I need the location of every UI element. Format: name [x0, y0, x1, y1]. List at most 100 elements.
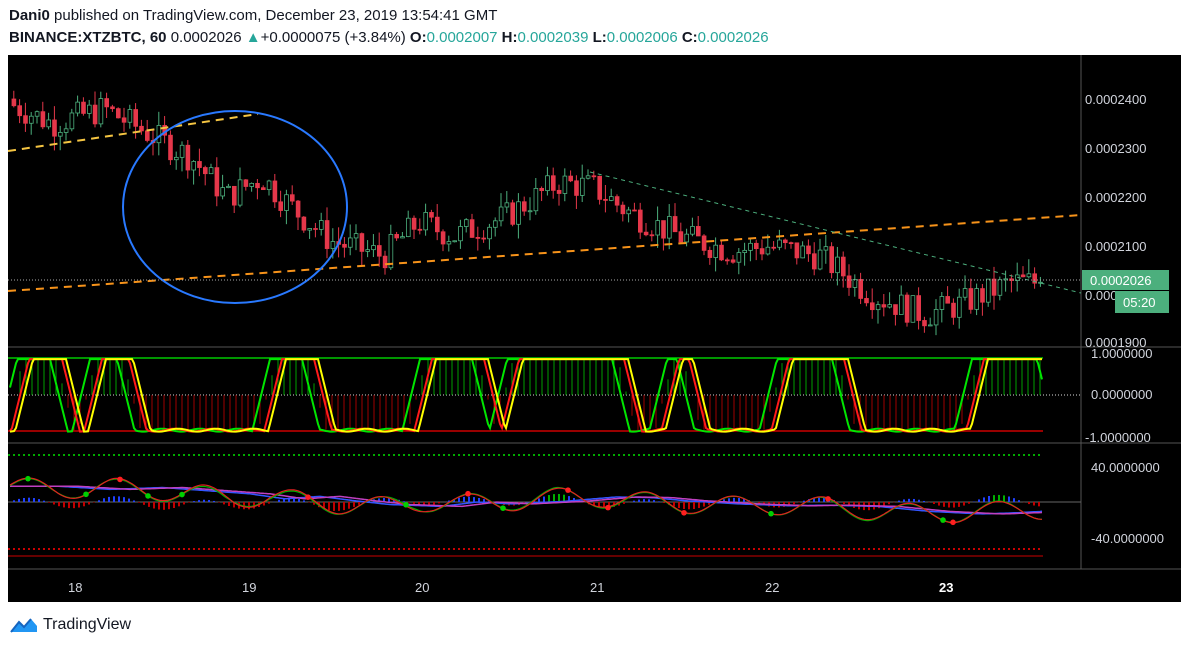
candle[interactable] [452, 240, 457, 243]
candle[interactable] [307, 228, 312, 231]
candle[interactable] [1020, 274, 1026, 278]
candle[interactable] [800, 245, 805, 259]
candle[interactable] [429, 212, 434, 218]
candle[interactable] [481, 237, 486, 240]
candle[interactable] [603, 198, 608, 201]
candle[interactable] [411, 217, 417, 230]
candle[interactable] [34, 111, 40, 117]
candle[interactable] [539, 188, 544, 192]
candle[interactable] [968, 288, 974, 310]
candle[interactable] [986, 278, 991, 303]
candle[interactable] [626, 209, 631, 215]
candle[interactable] [487, 226, 492, 240]
candle[interactable] [313, 228, 318, 230]
candle[interactable] [284, 194, 289, 211]
candle[interactable] [179, 144, 185, 158]
candle[interactable] [939, 296, 945, 310]
author-name[interactable]: Dani0 [9, 7, 50, 24]
candle[interactable] [237, 179, 243, 206]
candle[interactable] [748, 242, 753, 251]
candle[interactable] [133, 109, 139, 127]
candle[interactable] [434, 216, 440, 233]
candle[interactable] [777, 239, 782, 248]
candle[interactable] [556, 189, 562, 194]
candle[interactable] [127, 109, 133, 123]
candle[interactable] [794, 242, 800, 259]
candle[interactable] [278, 201, 283, 211]
candle[interactable] [295, 200, 301, 218]
candle[interactable] [928, 324, 933, 327]
candle[interactable] [1026, 273, 1032, 278]
candle[interactable] [243, 179, 249, 187]
candle[interactable] [324, 220, 330, 249]
candle[interactable] [104, 98, 110, 108]
candle[interactable] [841, 256, 846, 277]
candle[interactable] [725, 259, 730, 262]
candle[interactable] [545, 175, 550, 192]
candle[interactable] [568, 175, 573, 182]
candle[interactable] [997, 279, 1003, 296]
candle[interactable] [516, 201, 521, 225]
candle[interactable] [893, 304, 898, 315]
candle[interactable] [829, 246, 834, 274]
candle[interactable] [991, 278, 997, 296]
candle[interactable] [696, 226, 701, 237]
candle[interactable] [817, 249, 823, 270]
candle[interactable] [197, 161, 202, 168]
candle[interactable] [121, 117, 127, 123]
candle[interactable] [904, 294, 910, 323]
candle[interactable] [672, 216, 678, 233]
candle[interactable] [69, 112, 75, 130]
candle[interactable] [504, 202, 510, 208]
candle[interactable] [701, 235, 707, 251]
candle[interactable] [719, 244, 724, 261]
candle[interactable] [475, 236, 481, 239]
symbol-name[interactable]: BINANCE:XTZBTC, 60 [9, 29, 167, 46]
upper-trendline-yellow[interactable] [7, 113, 259, 152]
candle[interactable] [214, 167, 220, 197]
candle[interactable] [168, 134, 173, 161]
candle[interactable] [92, 104, 98, 125]
candle[interactable] [835, 256, 840, 274]
candle[interactable] [887, 304, 892, 308]
candle[interactable] [667, 216, 672, 239]
candle[interactable] [771, 246, 776, 249]
candle[interactable] [812, 253, 817, 270]
candle[interactable] [17, 105, 23, 117]
candle[interactable] [620, 204, 626, 215]
candle[interactable] [440, 231, 446, 245]
candle[interactable] [759, 248, 765, 255]
candle[interactable] [330, 241, 336, 249]
candle[interactable] [713, 244, 718, 258]
candle[interactable] [527, 210, 533, 213]
candle[interactable] [266, 180, 272, 191]
candle[interactable] [522, 201, 527, 212]
candle[interactable] [382, 255, 388, 269]
candle[interactable] [371, 245, 376, 251]
candle[interactable] [156, 125, 162, 144]
candle[interactable] [881, 304, 887, 308]
candle[interactable] [574, 180, 579, 196]
candle[interactable] [933, 309, 939, 326]
candle[interactable] [730, 259, 736, 263]
candle[interactable] [342, 243, 347, 248]
candle[interactable] [463, 219, 469, 227]
candle[interactable] [458, 226, 463, 242]
candle[interactable] [690, 226, 695, 235]
candle[interactable] [405, 217, 411, 238]
candle[interactable] [52, 119, 57, 137]
candle[interactable] [742, 249, 747, 253]
tradingview-brand[interactable]: TradingView [9, 616, 131, 634]
candle[interactable] [423, 212, 428, 231]
candle[interactable] [87, 104, 92, 114]
candle[interactable] [951, 302, 956, 318]
candle[interactable] [81, 101, 86, 114]
candle[interactable] [707, 249, 713, 258]
candle[interactable] [783, 239, 788, 244]
candle[interactable] [58, 132, 63, 137]
candle[interactable] [191, 161, 197, 171]
candle[interactable] [110, 106, 115, 110]
candle[interactable] [376, 245, 382, 257]
candle[interactable] [353, 233, 359, 239]
candle[interactable] [40, 111, 46, 128]
